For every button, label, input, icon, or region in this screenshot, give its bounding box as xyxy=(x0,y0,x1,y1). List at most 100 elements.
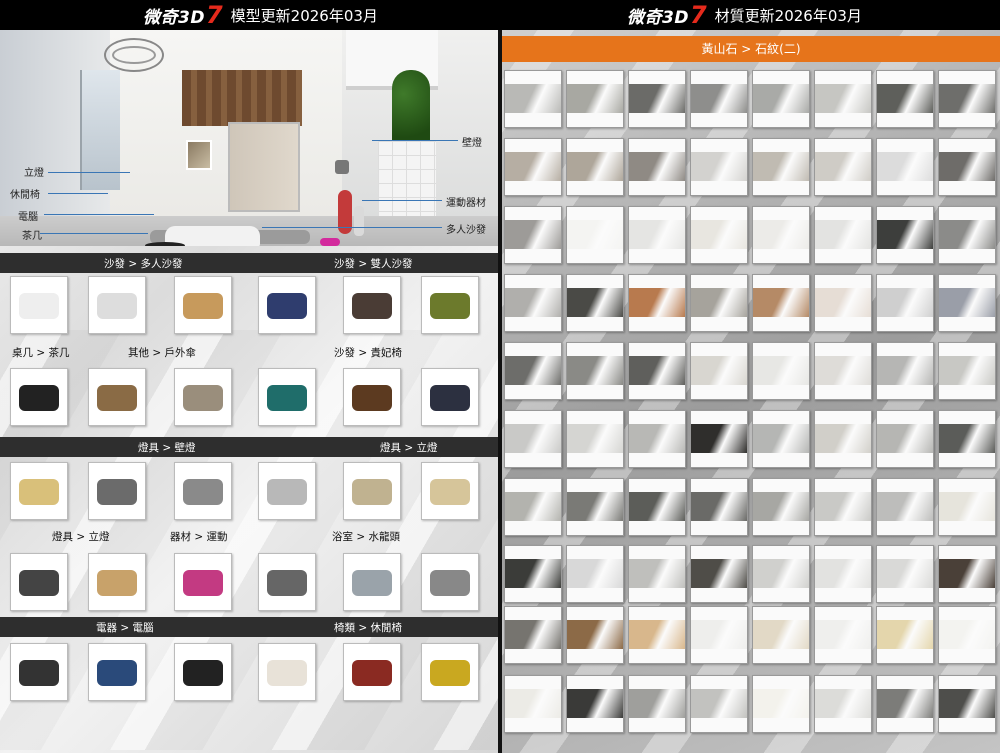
product-thumbnail[interactable] xyxy=(10,643,68,701)
product-thumbnail[interactable] xyxy=(421,553,479,611)
product-thumbnail[interactable] xyxy=(343,462,401,520)
stone-texture-swatch[interactable] xyxy=(690,342,748,400)
product-thumbnail[interactable] xyxy=(10,462,68,520)
stone-texture-swatch[interactable] xyxy=(504,274,562,332)
stone-texture-swatch[interactable] xyxy=(566,606,624,664)
stone-texture-swatch[interactable] xyxy=(938,410,996,468)
stone-texture-swatch[interactable] xyxy=(938,478,996,536)
stone-texture-swatch[interactable] xyxy=(566,206,624,264)
stone-texture-swatch[interactable] xyxy=(814,342,872,400)
stone-texture-swatch[interactable] xyxy=(752,274,810,332)
stone-texture-swatch[interactable] xyxy=(752,70,810,128)
stone-texture-swatch[interactable] xyxy=(938,545,996,603)
stone-texture-swatch[interactable] xyxy=(628,70,686,128)
product-thumbnail[interactable] xyxy=(258,276,316,334)
product-thumbnail[interactable] xyxy=(10,276,68,334)
stone-texture-swatch[interactable] xyxy=(628,606,686,664)
product-thumbnail[interactable] xyxy=(88,368,146,426)
product-thumbnail[interactable] xyxy=(258,553,316,611)
stone-texture-swatch[interactable] xyxy=(876,675,934,733)
product-thumbnail[interactable] xyxy=(174,643,232,701)
stone-texture-swatch[interactable] xyxy=(628,342,686,400)
product-thumbnail[interactable] xyxy=(343,368,401,426)
stone-texture-swatch[interactable] xyxy=(938,274,996,332)
stone-texture-swatch[interactable] xyxy=(752,545,810,603)
stone-texture-swatch[interactable] xyxy=(876,70,934,128)
stone-texture-swatch[interactable] xyxy=(752,675,810,733)
product-thumbnail[interactable] xyxy=(343,553,401,611)
stone-texture-swatch[interactable] xyxy=(752,206,810,264)
stone-texture-swatch[interactable] xyxy=(504,675,562,733)
stone-texture-swatch[interactable] xyxy=(876,138,934,196)
stone-texture-swatch[interactable] xyxy=(876,410,934,468)
stone-texture-swatch[interactable] xyxy=(814,274,872,332)
stone-texture-swatch[interactable] xyxy=(752,606,810,664)
product-thumbnail[interactable] xyxy=(174,368,232,426)
stone-texture-swatch[interactable] xyxy=(814,70,872,128)
stone-texture-swatch[interactable] xyxy=(938,675,996,733)
stone-texture-swatch[interactable] xyxy=(566,410,624,468)
stone-texture-swatch[interactable] xyxy=(814,138,872,196)
stone-texture-swatch[interactable] xyxy=(690,410,748,468)
stone-texture-swatch[interactable] xyxy=(628,274,686,332)
product-thumbnail[interactable] xyxy=(10,368,68,426)
product-thumbnail[interactable] xyxy=(258,462,316,520)
stone-texture-swatch[interactable] xyxy=(814,410,872,468)
product-thumbnail[interactable] xyxy=(88,276,146,334)
stone-texture-swatch[interactable] xyxy=(628,410,686,468)
stone-texture-swatch[interactable] xyxy=(504,342,562,400)
product-thumbnail[interactable] xyxy=(10,553,68,611)
stone-texture-swatch[interactable] xyxy=(690,606,748,664)
stone-texture-swatch[interactable] xyxy=(628,478,686,536)
stone-texture-swatch[interactable] xyxy=(876,342,934,400)
stone-texture-swatch[interactable] xyxy=(566,138,624,196)
stone-texture-swatch[interactable] xyxy=(876,274,934,332)
stone-texture-swatch[interactable] xyxy=(566,478,624,536)
stone-texture-swatch[interactable] xyxy=(814,675,872,733)
stone-texture-swatch[interactable] xyxy=(628,206,686,264)
stone-texture-swatch[interactable] xyxy=(690,675,748,733)
product-thumbnail[interactable] xyxy=(258,368,316,426)
product-thumbnail[interactable] xyxy=(421,643,479,701)
stone-texture-swatch[interactable] xyxy=(690,478,748,536)
stone-texture-swatch[interactable] xyxy=(814,478,872,536)
stone-texture-swatch[interactable] xyxy=(814,606,872,664)
stone-texture-swatch[interactable] xyxy=(876,478,934,536)
stone-texture-swatch[interactable] xyxy=(628,138,686,196)
stone-texture-swatch[interactable] xyxy=(752,410,810,468)
stone-texture-swatch[interactable] xyxy=(876,606,934,664)
stone-texture-swatch[interactable] xyxy=(504,410,562,468)
stone-texture-swatch[interactable] xyxy=(690,274,748,332)
stone-texture-swatch[interactable] xyxy=(938,342,996,400)
stone-texture-swatch[interactable] xyxy=(504,545,562,603)
stone-texture-swatch[interactable] xyxy=(566,545,624,603)
stone-texture-swatch[interactable] xyxy=(938,70,996,128)
stone-texture-swatch[interactable] xyxy=(690,138,748,196)
stone-texture-swatch[interactable] xyxy=(752,478,810,536)
stone-texture-swatch[interactable] xyxy=(504,138,562,196)
stone-texture-swatch[interactable] xyxy=(566,342,624,400)
product-thumbnail[interactable] xyxy=(343,643,401,701)
product-thumbnail[interactable] xyxy=(88,643,146,701)
product-thumbnail[interactable] xyxy=(421,276,479,334)
stone-texture-swatch[interactable] xyxy=(690,545,748,603)
stone-texture-swatch[interactable] xyxy=(938,606,996,664)
stone-texture-swatch[interactable] xyxy=(566,70,624,128)
stone-texture-swatch[interactable] xyxy=(628,675,686,733)
product-thumbnail[interactable] xyxy=(421,462,479,520)
product-thumbnail[interactable] xyxy=(343,276,401,334)
stone-texture-swatch[interactable] xyxy=(938,206,996,264)
stone-texture-swatch[interactable] xyxy=(504,70,562,128)
stone-texture-swatch[interactable] xyxy=(752,138,810,196)
stone-texture-swatch[interactable] xyxy=(938,138,996,196)
stone-texture-swatch[interactable] xyxy=(876,545,934,603)
stone-texture-swatch[interactable] xyxy=(566,675,624,733)
product-thumbnail[interactable] xyxy=(88,462,146,520)
product-thumbnail[interactable] xyxy=(174,553,232,611)
stone-texture-swatch[interactable] xyxy=(628,545,686,603)
stone-texture-swatch[interactable] xyxy=(504,478,562,536)
stone-texture-swatch[interactable] xyxy=(690,206,748,264)
stone-texture-swatch[interactable] xyxy=(814,206,872,264)
stone-texture-swatch[interactable] xyxy=(876,206,934,264)
stone-texture-swatch[interactable] xyxy=(504,206,562,264)
